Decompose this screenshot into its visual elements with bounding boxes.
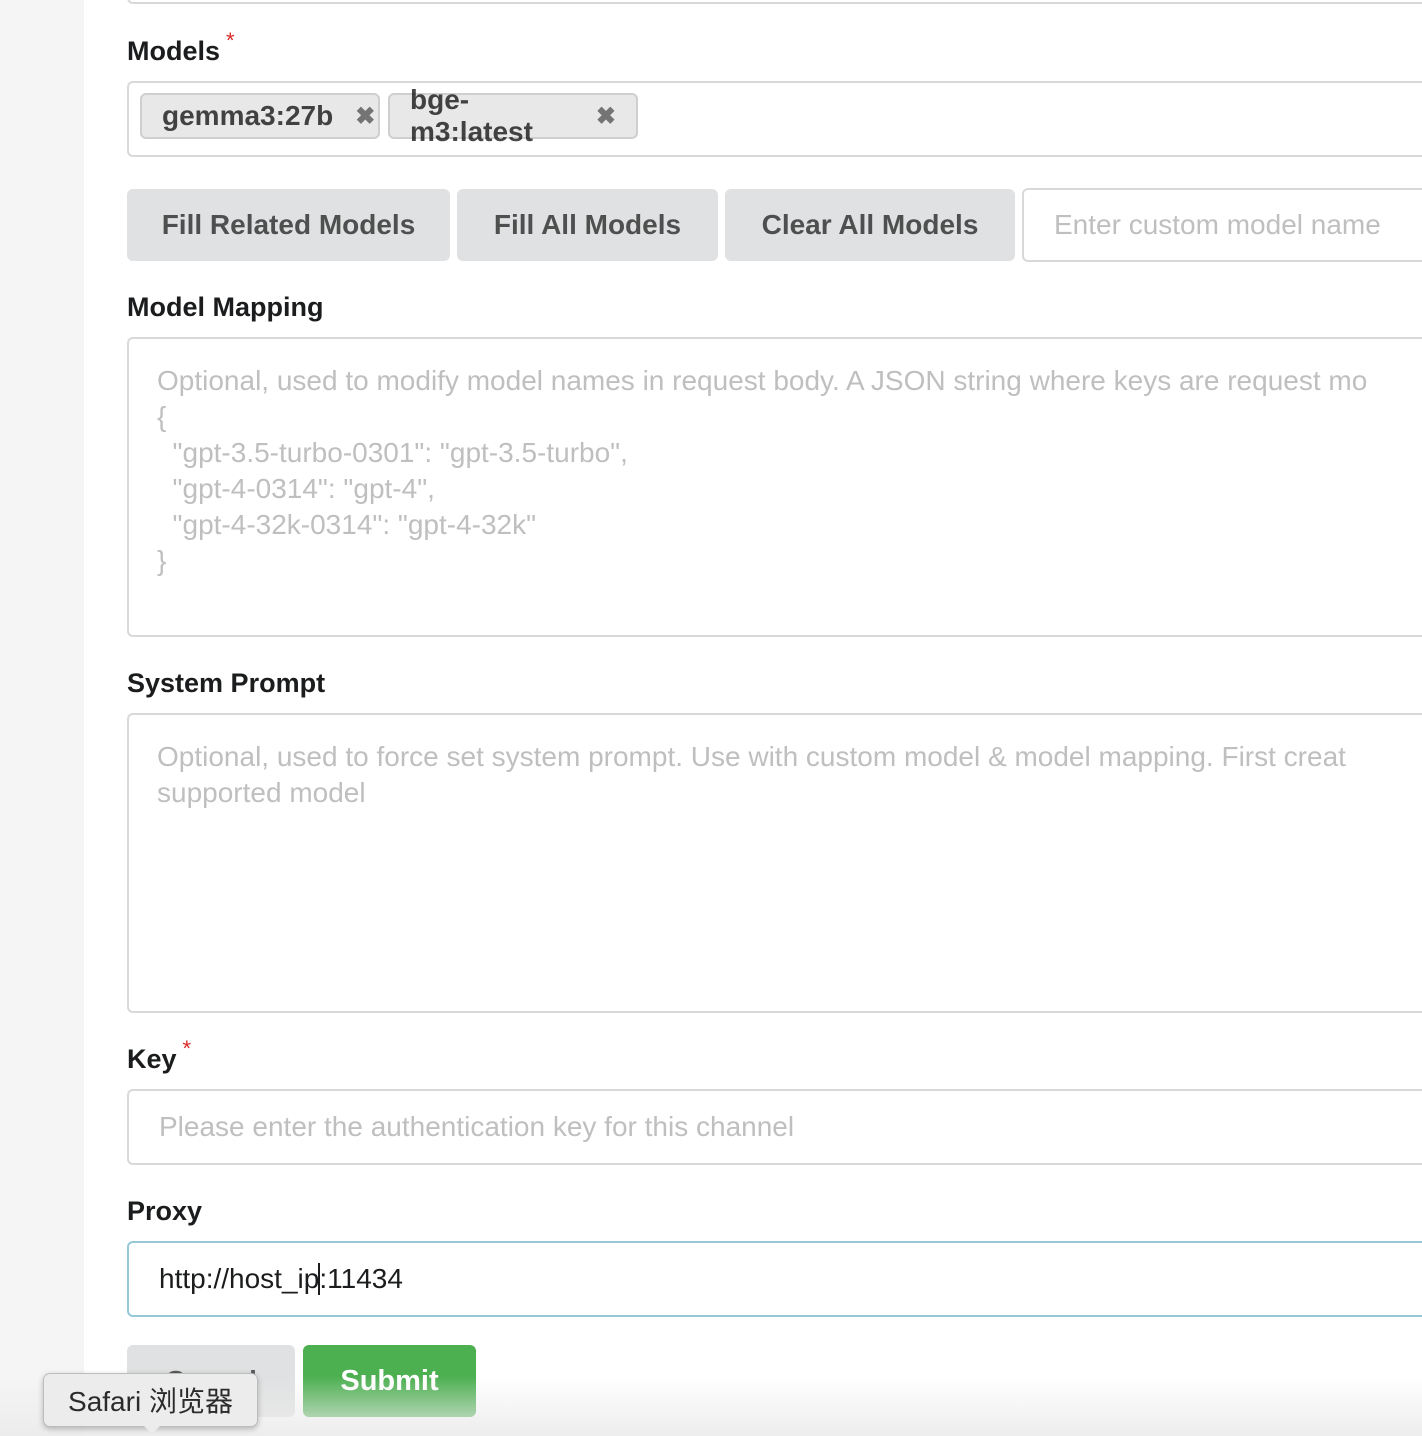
tooltip-pointer	[142, 1424, 162, 1434]
system-prompt-label: System Prompt	[127, 668, 326, 698]
model-chip-label: bge-m3:latest	[410, 84, 533, 147]
proxy-value-end: :11434	[319, 1263, 403, 1294]
custom-model-input[interactable]: Enter custom model name	[1022, 188, 1422, 262]
required-asterisk: *	[182, 1036, 192, 1061]
proxy-value: http://host_ip:11434	[159, 1243, 403, 1315]
models-multiselect[interactable]: gemma3:27b ✖ bge-m3:latest ✖	[127, 81, 1422, 157]
key-label: Key *	[127, 1036, 191, 1075]
key-label-text: Key	[127, 1044, 177, 1074]
proxy-value-start: http://host_ip	[159, 1263, 320, 1294]
model-mapping-placeholder: Optional, used to modify model names in …	[157, 365, 1368, 576]
fill-all-models-button[interactable]: Fill All Models	[457, 189, 718, 261]
key-input[interactable]: Please enter the authentication key for …	[127, 1089, 1422, 1165]
proxy-label: Proxy	[127, 1196, 203, 1226]
models-label: Models *	[127, 28, 235, 67]
previous-field-bottom-edge	[127, 0, 1422, 4]
model-mapping-textarea[interactable]: Optional, used to modify model names in …	[127, 337, 1422, 637]
model-chip: gemma3:27b ✖	[140, 93, 380, 139]
fill-related-models-button[interactable]: Fill Related Models	[127, 189, 450, 261]
system-prompt-placeholder: Optional, used to force set system promp…	[157, 741, 1346, 808]
clear-all-models-button[interactable]: Clear All Models	[725, 189, 1015, 261]
proxy-input[interactable]: http://host_ip:11434	[127, 1241, 1422, 1317]
custom-model-placeholder: Enter custom model name	[1054, 209, 1381, 240]
required-asterisk: *	[226, 28, 235, 53]
models-label-text: Models	[127, 36, 221, 66]
model-chip: bge-m3:latest ✖	[388, 84, 638, 147]
model-mapping-label: Model Mapping	[127, 292, 324, 322]
dock-tooltip: Safari 浏览器	[43, 1373, 258, 1427]
system-prompt-textarea[interactable]: Optional, used to force set system promp…	[127, 713, 1422, 1013]
remove-chip-icon[interactable]: ✖	[596, 102, 616, 131]
model-chip-label: gemma3:27b	[162, 100, 334, 131]
key-placeholder: Please enter the authentication key for …	[159, 1111, 795, 1142]
remove-chip-icon[interactable]: ✖	[355, 102, 375, 131]
